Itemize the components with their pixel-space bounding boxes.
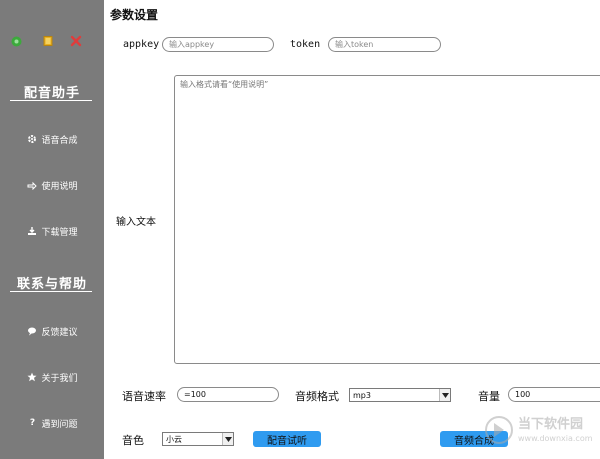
app-window: 配音助手 语音合成 使用说明 下载管理 联系与帮助 反馈建议 关于我们 ? 遇到… [0, 0, 600, 459]
sidebar-item-feedback[interactable]: 反馈建议 [0, 320, 104, 342]
minimize-icon [11, 36, 21, 46]
text-input-area[interactable] [174, 75, 600, 364]
page-title: 参数设置 [110, 8, 159, 22]
sidebar: 配音助手 语音合成 使用说明 下载管理 联系与帮助 反馈建议 关于我们 ? 遇到… [0, 0, 104, 459]
star-icon [26, 371, 38, 383]
sidebar-item-label: 反馈建议 [41, 327, 78, 338]
download-icon [26, 225, 38, 237]
gear-icon [26, 133, 38, 145]
section-title-contact-help: 联系与帮助 [16, 277, 87, 292]
sidebar-item-label: 关于我们 [41, 373, 78, 384]
sidebar-item-speech-synthesis[interactable]: 语音合成 [0, 128, 104, 150]
sidebar-item-instructions[interactable]: 使用说明 [0, 174, 104, 196]
chevron-down-icon [439, 389, 450, 401]
sidebar-item-downloads[interactable]: 下载管理 [0, 220, 104, 242]
volume-label: 音量 [478, 390, 500, 403]
audio-format-value: mp3 [353, 390, 371, 400]
appkey-label: appkey [123, 39, 160, 50]
voice-select[interactable]: 小云 [162, 432, 234, 446]
main-panel: 参数设置 appkey token 输入文本 语音速率 音频格式 mp3 音量 … [104, 0, 600, 459]
divider [10, 100, 92, 101]
volume-input[interactable] [508, 387, 600, 402]
sidebar-item-label: 语音合成 [41, 135, 78, 146]
hand-pointer-icon [26, 179, 38, 191]
audio-format-select[interactable]: mp3 [349, 388, 451, 402]
voice-label: 音色 [122, 434, 144, 447]
audio-format-label: 音频格式 [295, 390, 339, 403]
question-icon: ? [29, 418, 36, 428]
section-title-assistant: 配音助手 [23, 86, 80, 101]
sidebar-item-label: 使用说明 [41, 181, 78, 192]
chevron-down-icon [222, 433, 233, 445]
sidebar-item-label: 遇到问题 [41, 419, 78, 430]
voice-value: 小云 [166, 434, 182, 444]
sidebar-item-problems[interactable]: ? 遇到问题 [0, 412, 104, 434]
token-label: token [290, 39, 321, 50]
speech-rate-label: 语音速率 [122, 390, 166, 403]
token-input[interactable] [328, 37, 441, 52]
appkey-input[interactable] [162, 37, 274, 52]
chat-bubble-icon [26, 325, 38, 337]
input-text-label: 输入文本 [116, 217, 156, 228]
synthesize-audio-button[interactable]: 音频合成 [440, 431, 508, 447]
speech-rate-input[interactable] [177, 387, 279, 402]
sidebar-item-label: 下载管理 [41, 227, 78, 238]
maximize-icon [43, 36, 53, 46]
maximize-button[interactable] [41, 34, 55, 48]
sidebar-item-about[interactable]: 关于我们 [0, 366, 104, 388]
divider [10, 291, 92, 292]
close-button[interactable] [69, 34, 83, 48]
window-controls [9, 34, 89, 48]
minimize-button[interactable] [9, 34, 23, 48]
preview-voice-button[interactable]: 配音试听 [253, 431, 321, 447]
close-icon [70, 35, 82, 47]
